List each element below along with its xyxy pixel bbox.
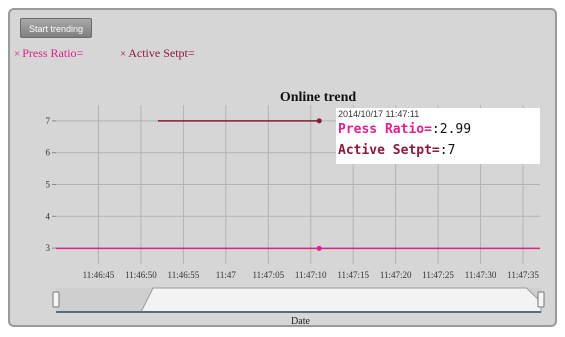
x-tick-label: 11:47:25: [422, 270, 454, 280]
x-tick-label: 11:47:30: [465, 270, 497, 280]
trend-chart: Online trend 3 4 5 6 7 11:46:45 11:46:50 11:46:5…: [46, 90, 545, 325]
navigator-axis-label: Date: [291, 316, 310, 325]
y-tick-label: 3: [46, 243, 51, 253]
tooltip-value: :7: [439, 143, 456, 158]
tooltip-timestamp: 2014/10/17 11:47:11: [338, 109, 420, 119]
tooltip-label: Press Ratio=: [338, 122, 432, 137]
x-tick-label: 11:47:35: [507, 270, 539, 280]
y-tick-label: 6: [46, 148, 51, 158]
tooltip-row-active-setpt: Active Setpt=:7: [338, 143, 455, 158]
x-tick-label: 11:47:20: [380, 270, 412, 280]
series-highlight-point: [316, 245, 322, 251]
chart-title: Online trend: [280, 90, 357, 105]
y-tick-label: 7: [46, 116, 51, 126]
x-tick-label: 11:46:50: [125, 270, 157, 280]
y-tick-label: 5: [46, 180, 51, 190]
tooltip-label: Active Setpt=: [338, 143, 440, 158]
navigator-right-handle[interactable]: [537, 291, 545, 308]
y-tick-label: 4: [46, 211, 51, 221]
tooltip-row-press-ratio: Press Ratio=:2.99: [338, 122, 471, 137]
tooltip-value: :2.99: [431, 122, 472, 137]
trend-panel: Start trending × Press Ratio= × Active Set…: [8, 8, 557, 327]
x-tick-label: 11:46:55: [168, 270, 200, 280]
navigator-left-handle[interactable]: [52, 291, 60, 308]
x-tick-label: 11:47:15: [337, 270, 369, 280]
series-highlight-point: [316, 118, 322, 124]
x-tick-label: 11:47: [216, 270, 237, 280]
x-tick-label: 11:47:05: [252, 270, 284, 280]
chart-tooltip: 2014/10/17 11:47:11 Press Ratio=:2.99 Ac…: [336, 108, 540, 164]
x-tick-label: 11:46:45: [83, 270, 115, 280]
x-tick-label: 11:47:10: [295, 270, 327, 280]
